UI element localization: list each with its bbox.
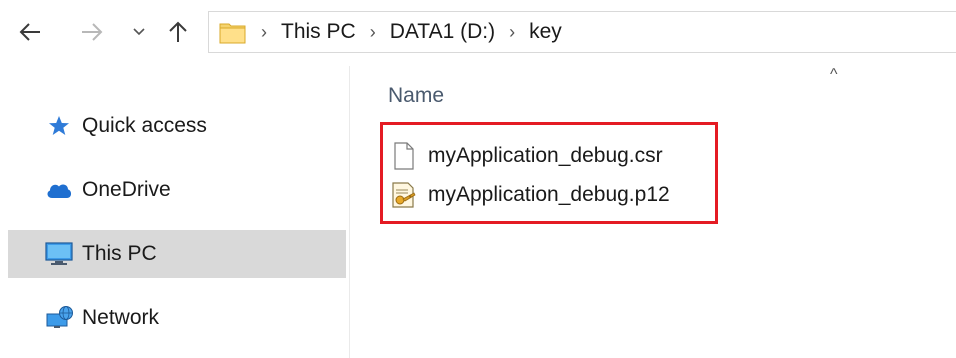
file-name: myApplication_debug.p12 — [428, 183, 670, 206]
chevron-down-icon — [133, 28, 145, 36]
sidebar-item-this-pc[interactable]: This PC — [8, 230, 346, 278]
sort-ascending-icon: ^ — [830, 66, 838, 83]
file-item-p12[interactable]: myApplication_debug.p12 — [390, 177, 670, 213]
sidebar-item-label: OneDrive — [82, 178, 171, 201]
document-icon — [390, 141, 418, 171]
sidebar-item-quick-access[interactable]: Quick access — [8, 102, 346, 150]
address-bar[interactable]: › This PC › DATA1 (D:) › key — [208, 11, 956, 53]
arrow-up-icon — [169, 21, 187, 42]
breadcrumb-key-folder[interactable]: key — [529, 20, 562, 44]
breadcrumb-separator[interactable]: › — [370, 23, 376, 41]
navigation-bar: › This PC › DATA1 (D:) › key — [0, 0, 956, 66]
folder-icon — [219, 21, 247, 44]
forward-button[interactable] — [74, 14, 110, 50]
sidebar-item-label: Network — [82, 306, 160, 329]
file-list: ^ Name myApplication_debug.csr myApplica… — [350, 66, 956, 358]
navigation-pane: Quick access OneDrive This PC Network — [0, 66, 348, 358]
file-explorer-window: › This PC › DATA1 (D:) › key Quick acces… — [0, 0, 956, 358]
sidebar-item-label: Quick access — [82, 114, 207, 137]
breadcrumb-separator[interactable]: › — [509, 23, 515, 41]
up-button[interactable] — [160, 14, 196, 50]
arrow-right-icon — [82, 23, 103, 41]
breadcrumb-separator[interactable]: › — [261, 23, 267, 41]
sidebar-item-label: This PC — [82, 242, 157, 265]
certificate-icon — [390, 180, 418, 210]
breadcrumb-this-pc[interactable]: This PC — [281, 20, 356, 44]
recent-locations-button[interactable] — [124, 14, 154, 50]
column-header-name[interactable]: Name — [388, 84, 444, 108]
file-item-csr[interactable]: myApplication_debug.csr — [390, 138, 663, 174]
sidebar-item-network[interactable]: Network — [8, 294, 346, 342]
file-name: myApplication_debug.csr — [428, 144, 663, 167]
arrow-left-icon — [19, 23, 40, 41]
breadcrumb-data1-drive[interactable]: DATA1 (D:) — [390, 20, 495, 44]
back-button[interactable] — [12, 14, 48, 50]
sidebar-item-onedrive[interactable]: OneDrive — [8, 166, 346, 214]
star-icon — [44, 114, 74, 138]
cloud-icon — [44, 178, 74, 202]
computer-icon — [44, 242, 74, 266]
network-icon — [44, 306, 74, 330]
